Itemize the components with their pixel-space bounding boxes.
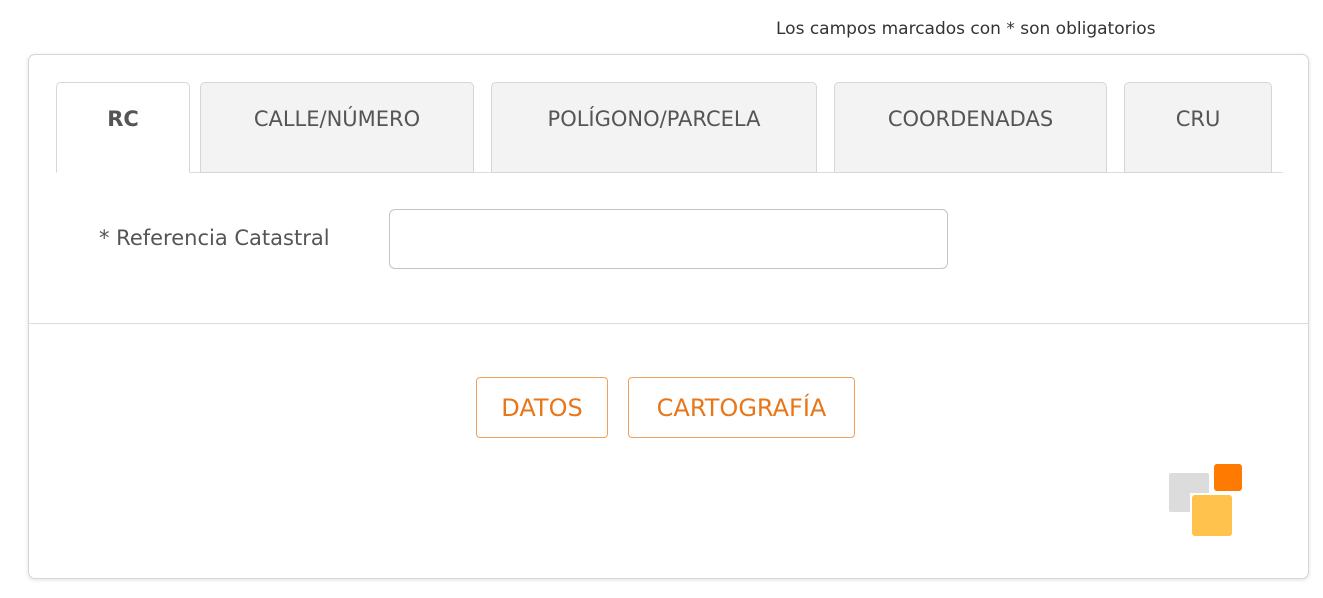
referencia-catastral-label: * Referencia Catastral bbox=[99, 226, 330, 250]
tab-rc-label: RC bbox=[107, 106, 139, 131]
catastro-logo-icon bbox=[1169, 464, 1242, 536]
tab-calle-numero[interactable]: CALLE/NÚMERO bbox=[200, 82, 474, 173]
referencia-catastral-input[interactable] bbox=[389, 209, 948, 269]
tab-coordenadas[interactable]: COORDENADAS bbox=[834, 82, 1107, 173]
tab-rc[interactable]: RC bbox=[56, 82, 190, 173]
tab-coordenadas-label: COORDENADAS bbox=[887, 106, 1054, 131]
section-divider bbox=[29, 323, 1308, 324]
tab-cru[interactable]: CRU bbox=[1124, 82, 1272, 173]
tab-poligono-parcela-label: POLÍGONO/PARCELA bbox=[547, 106, 761, 131]
datos-button[interactable]: DATOS bbox=[476, 377, 608, 438]
tab-cru-label: CRU bbox=[1175, 106, 1221, 131]
search-panel: RC CALLE/NÚMERO POLÍGONO/PARCELA COORDEN… bbox=[28, 54, 1309, 579]
cartografia-button[interactable]: CARTOGRAFÍA bbox=[628, 377, 855, 438]
tab-calle-numero-label: CALLE/NÚMERO bbox=[253, 106, 421, 131]
required-fields-note: Los campos marcados con * son obligatori… bbox=[776, 19, 1156, 39]
tab-poligono-parcela[interactable]: POLÍGONO/PARCELA bbox=[491, 82, 817, 173]
